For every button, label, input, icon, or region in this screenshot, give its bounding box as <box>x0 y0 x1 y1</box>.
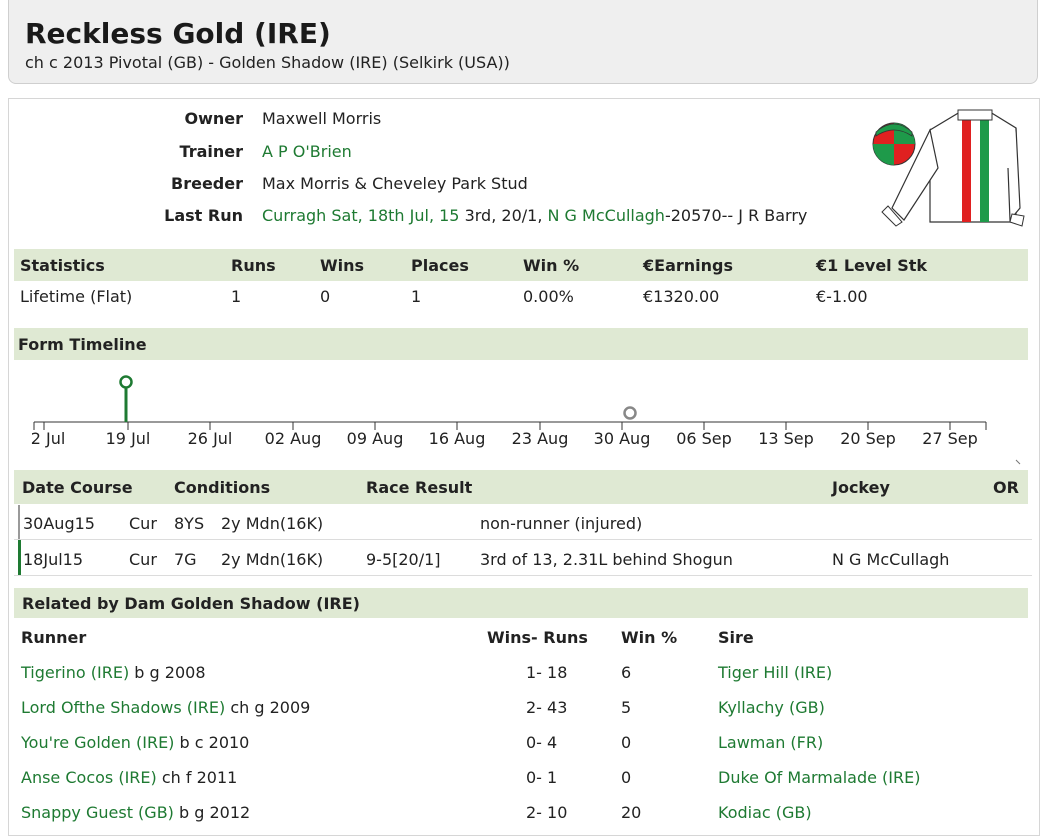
race-table-header: Date Course Conditions Race Result Jocke… <box>14 470 1028 504</box>
related-win-pct: 6 <box>621 663 632 682</box>
race-distance-going: 8YS <box>174 514 205 533</box>
related-wins-runs: 0- 4 <box>526 733 558 752</box>
related-win-pct: 0 <box>621 768 632 787</box>
stats-col-level-stake: €1 Level Stk <box>816 256 928 275</box>
race-col-conditions: Conditions <box>174 478 271 497</box>
stats-label: Lifetime (Flat) <box>20 287 133 306</box>
related-runner-link[interactable]: Anse Cocos (IRE) <box>21 768 157 787</box>
related-win-pct: 20 <box>621 803 642 822</box>
stats-runs: 1 <box>231 287 242 306</box>
stats-wins: 0 <box>320 287 331 306</box>
race-col-jockey: Jockey <box>832 478 890 497</box>
related-runner: You're Golden (IRE) b c 2010 <box>21 733 249 752</box>
related-runner-desc: b g 2008 <box>134 663 206 682</box>
timeline-scroll-mark <box>1015 459 1021 465</box>
related-sire-link[interactable]: Kodiac (GB) <box>718 803 812 822</box>
stats-col-statistics: Statistics <box>20 256 105 275</box>
timeline-label: 19 Jul <box>106 429 151 448</box>
stats-win-pct: 0.00% <box>523 287 574 306</box>
timeline-label: 30 Aug <box>594 429 651 448</box>
race-course: Cur <box>129 514 157 533</box>
related-col-win-pct: Win % <box>621 628 678 647</box>
stats-places: 1 <box>411 287 422 306</box>
race-jockey: N G McCullagh <box>832 550 950 569</box>
horse-header: Reckless Gold (IRE) ch c 2013 Pivotal (G… <box>8 0 1038 84</box>
profile-panel <box>8 98 1040 836</box>
related-runner: Tigerino (IRE) b g 2008 <box>21 663 206 682</box>
race-col-result: Race Result <box>366 478 473 497</box>
related-wins-runs: 0- 1 <box>526 768 558 787</box>
horse-name: Reckless Gold (IRE) <box>25 17 331 50</box>
row-divider <box>14 575 1032 576</box>
race-conditions: 2y Mdn(16K) <box>221 514 324 533</box>
timeline-label: 09 Aug <box>347 429 404 448</box>
race-col-or: OR <box>993 478 1019 497</box>
related-col-runner: Runner <box>21 628 87 647</box>
related-runner: Snappy Guest (GB) b g 2012 <box>21 803 250 822</box>
related-runner-link[interactable]: You're Golden (IRE) <box>21 733 174 752</box>
timeline-label: 23 Aug <box>512 429 569 448</box>
stats-earnings: €1320.00 <box>643 287 720 306</box>
stats-col-runs: Runs <box>231 256 276 275</box>
related-runner: Lord Ofthe Shadows (IRE) ch g 2009 <box>21 698 310 717</box>
related-runner-link[interactable]: Lord Ofthe Shadows (IRE) <box>21 698 225 717</box>
related-runner-desc: b g 2012 <box>179 803 251 822</box>
stats-col-wins: Wins <box>320 256 365 275</box>
timeline-label: 02 Aug <box>265 429 322 448</box>
horse-pedigree: ch c 2013 Pivotal (GB) - Golden Shadow (… <box>25 53 510 72</box>
related-col-sire: Sire <box>718 628 754 647</box>
statistics-header: Statistics Runs Wins Places Win % €Earni… <box>14 249 1028 281</box>
timeline-label: 27 Sep <box>922 429 978 448</box>
related-sire-link[interactable]: Duke Of Marmalade (IRE) <box>718 768 920 787</box>
related-runner-link[interactable]: Snappy Guest (GB) <box>21 803 174 822</box>
related-runner-desc: ch f 2011 <box>161 768 238 787</box>
related-runner-desc: ch g 2009 <box>230 698 311 717</box>
race-date: 18Jul15 <box>23 550 84 569</box>
related-runner-link[interactable]: Tigerino (IRE) <box>21 663 129 682</box>
timeline-label: 20 Sep <box>840 429 896 448</box>
related-sire-link[interactable]: Lawman (FR) <box>718 733 823 752</box>
race-weight-odds: 9-5[20/1] <box>366 550 441 569</box>
related-win-pct: 0 <box>621 733 632 752</box>
race-date: 30Aug15 <box>23 514 95 533</box>
form-timeline-title: Form Timeline <box>18 335 147 354</box>
related-wins-runs: 1- 18 <box>526 663 568 682</box>
related-runner-desc: b c 2010 <box>179 733 250 752</box>
timeline-label: 16 Aug <box>429 429 486 448</box>
race-conditions: 2y Mdn(16K) <box>221 550 324 569</box>
form-timeline-chart: 2 Jul 19 Jul 26 Jul 02 Aug 09 Aug 16 Aug 23 Au… <box>31 375 1021 465</box>
race-course: Cur <box>129 550 157 569</box>
related-sire-link[interactable]: Tiger Hill (IRE) <box>718 663 832 682</box>
related-col-wins-runs: Wins- Runs <box>487 628 588 647</box>
stats-level-stake: €-1.00 <box>816 287 868 306</box>
related-wins-runs: 2- 10 <box>526 803 568 822</box>
race-distance-going: 7G <box>174 550 197 569</box>
stats-col-earnings: €Earnings <box>643 256 733 275</box>
related-win-pct: 5 <box>621 698 632 717</box>
race-col-date-course: Date Course <box>22 478 133 497</box>
timeline-nonrunner-marker-icon <box>623 406 637 420</box>
timeline-label: 06 Sep <box>676 429 732 448</box>
related-dam-title: Related by Dam Golden Shadow (IRE) <box>22 594 360 613</box>
stats-col-places: Places <box>411 256 469 275</box>
related-wins-runs: 2- 43 <box>526 698 568 717</box>
timeline-label: 26 Jul <box>188 429 233 448</box>
race-result: non-runner (injured) <box>480 514 643 533</box>
form-timeline-header: Form Timeline <box>14 328 1028 360</box>
stats-col-win-pct: Win % <box>523 256 580 275</box>
related-runner: Anse Cocos (IRE) ch f 2011 <box>21 768 237 787</box>
related-dam-header: Related by Dam Golden Shadow (IRE) <box>14 588 1028 618</box>
race-row-indicator-nonrunner <box>18 505 20 539</box>
timeline-label: 13 Sep <box>758 429 814 448</box>
race-row-indicator-run <box>18 540 21 575</box>
row-divider <box>14 539 1032 540</box>
race-result: 3rd of 13, 2.31L behind Shogun <box>480 550 733 569</box>
related-sire-link[interactable]: Kyllachy (GB) <box>718 698 825 717</box>
timeline-label: 2 Jul <box>31 429 66 448</box>
timeline-run-marker-icon <box>119 375 133 389</box>
